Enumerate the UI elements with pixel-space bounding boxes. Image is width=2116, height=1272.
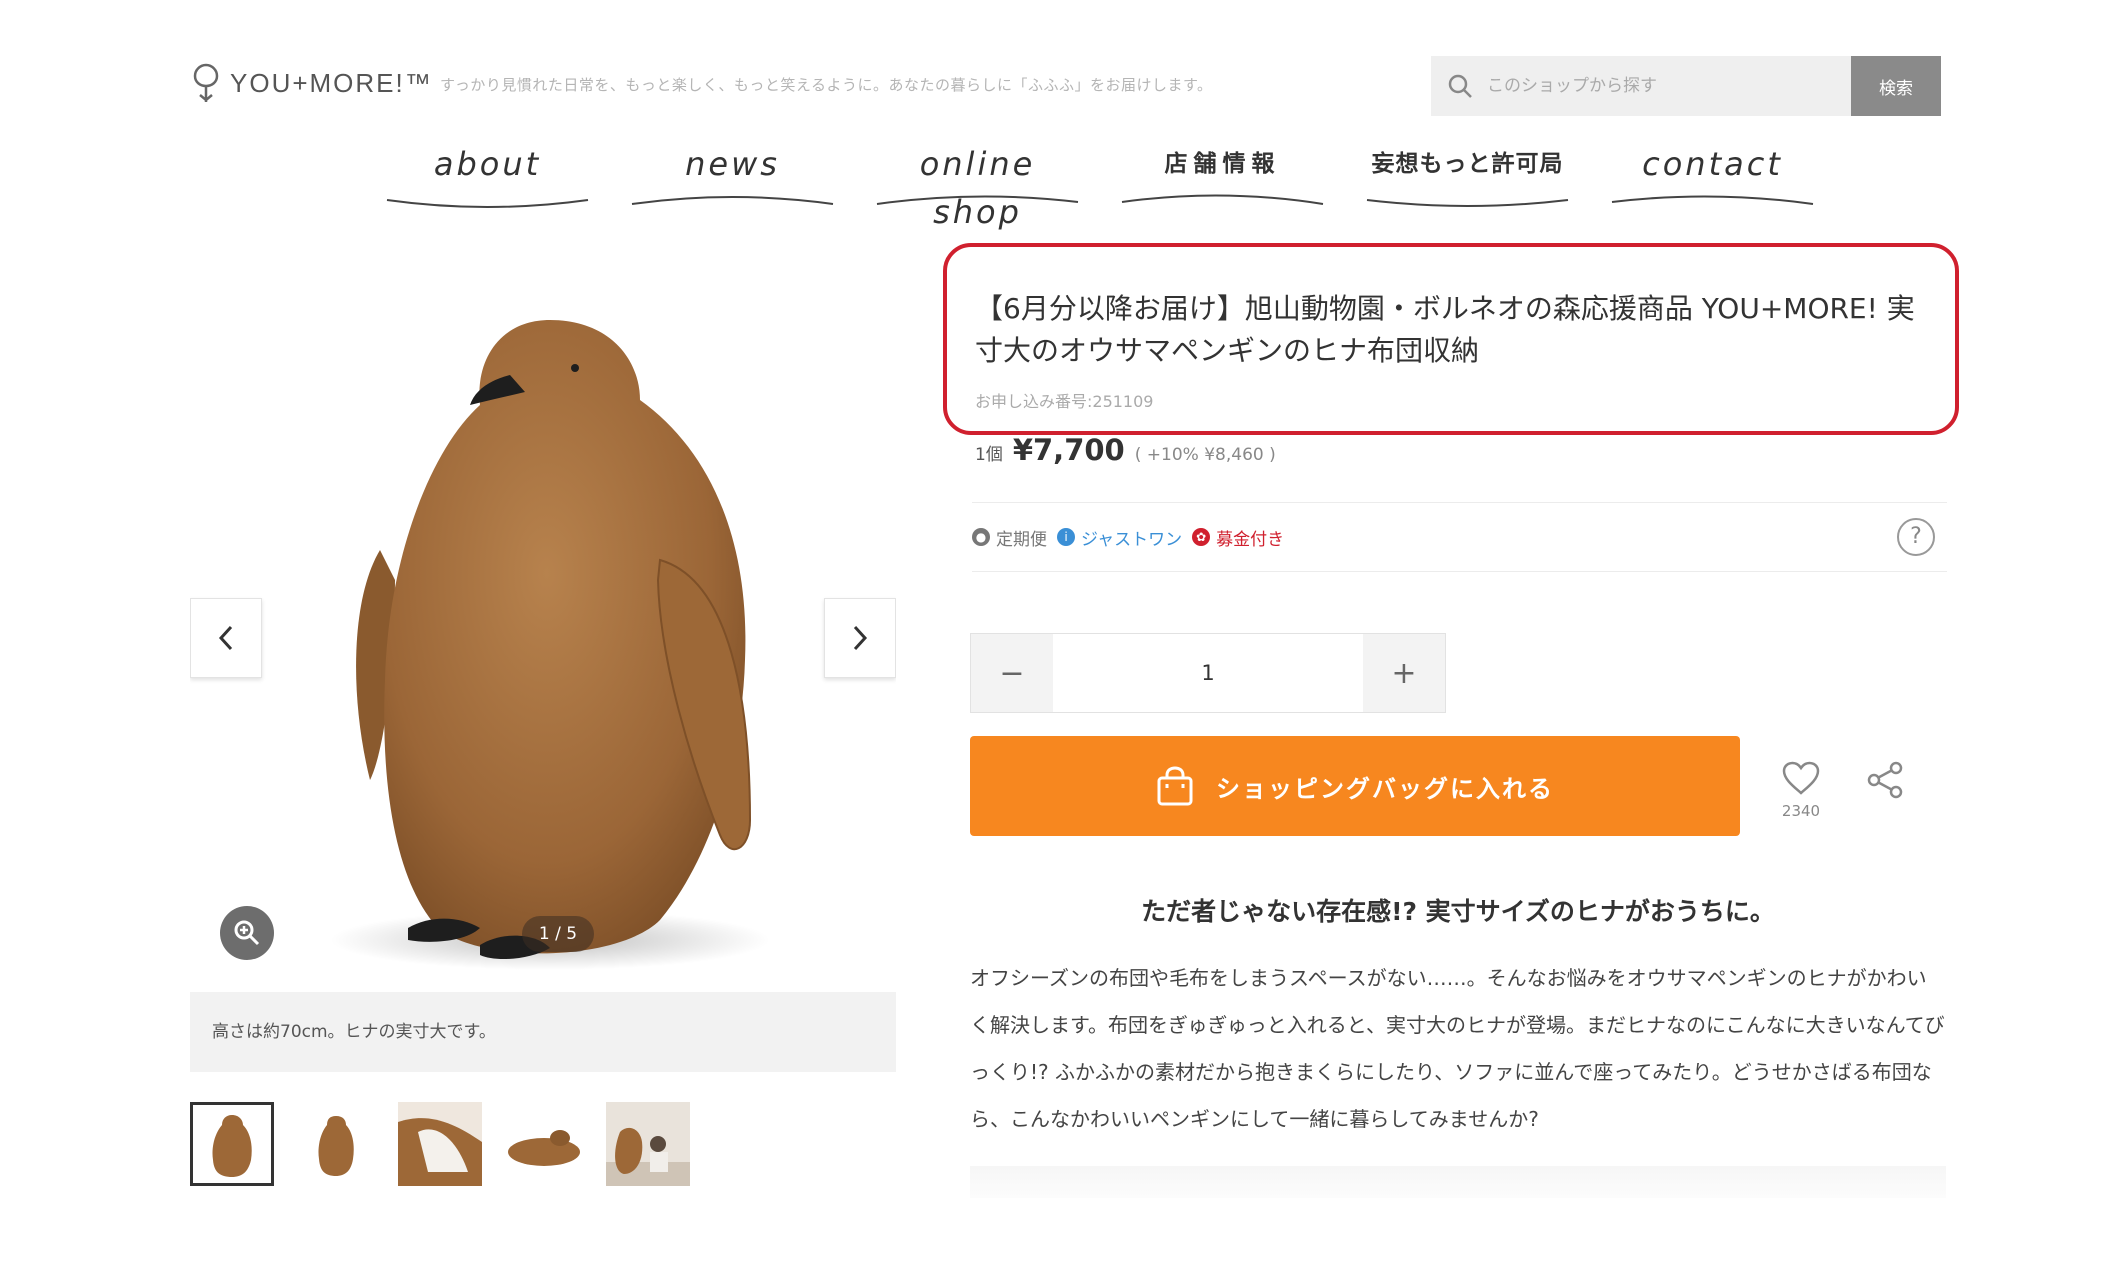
heart-icon <box>1782 761 1820 795</box>
site-logo[interactable]: YOU+MORE!™ <box>190 62 433 104</box>
thumbnail-2[interactable] <box>294 1102 378 1186</box>
flat-penguin-thumbnail <box>502 1102 586 1186</box>
share-button[interactable] <box>1865 760 1905 804</box>
add-to-cart-button[interactable]: ショッピングバッグに入れる <box>970 736 1740 836</box>
badge-label: ジャストワン <box>1081 529 1183 550</box>
gallery-prev-button[interactable] <box>190 598 262 678</box>
product-badges: ● 定期便 i ジャストワン ✿ 募金付き ? <box>972 502 1947 572</box>
search-input[interactable] <box>1487 76 1817 96</box>
image-counter: 1 / 5 <box>522 916 594 952</box>
thumbnail-4[interactable] <box>502 1102 586 1186</box>
nav-item-news[interactable]: news <box>630 140 835 220</box>
flower-icon: ✿ <box>1192 528 1211 546</box>
nav-label: 妄想もっと許可局 <box>1371 151 1564 177</box>
search-box <box>1431 56 1851 116</box>
price-unit: 1個 <box>975 445 1003 465</box>
thumbnail-5[interactable] <box>606 1102 690 1186</box>
info-icon: i <box>1057 528 1075 546</box>
room-thumbnail <box>606 1102 690 1186</box>
nav-label: contact <box>1642 145 1783 183</box>
site-tagline: すっかり見慣れた日常を、もっと楽しく、もっと笑えるように。あなたの暮らしに「ふふ… <box>440 76 1213 94</box>
nav-underline <box>1121 194 1324 205</box>
badge-just-one[interactable]: i ジャストワン <box>1057 525 1182 550</box>
favorite-count: 2340 <box>1781 802 1821 820</box>
nav-item-stores[interactable]: 店舗情報 <box>1120 140 1325 220</box>
penguin-thumbnail <box>193 1105 271 1183</box>
share-icon <box>1867 761 1903 799</box>
price-with-tax: ( +10% ¥8,460 ) <box>1134 445 1276 465</box>
shopping-bag-icon <box>1157 766 1193 806</box>
nav-label: news <box>685 145 780 183</box>
chevron-right-icon <box>853 625 868 651</box>
badge-label: 定期便 <box>996 529 1047 550</box>
nav-underline <box>631 196 834 205</box>
section-divider <box>970 1166 1946 1198</box>
chevron-left-icon <box>218 625 233 651</box>
logo-icon <box>193 63 219 102</box>
quantity-increment-button[interactable]: + <box>1363 634 1445 712</box>
circle-icon: ● <box>972 528 990 546</box>
nav-item-mousou[interactable]: 妄想もっと許可局 <box>1365 140 1570 220</box>
image-caption: 高さは約70cm。ヒナの実寸大です。 <box>190 992 896 1072</box>
thumbnail-strip <box>190 1102 896 1186</box>
quantity-decrement-button[interactable]: − <box>971 634 1053 712</box>
nav-label: 店舗情報 <box>1164 151 1281 177</box>
thumbnail-3[interactable] <box>398 1102 482 1186</box>
zoom-button[interactable] <box>220 906 274 960</box>
nav-underline <box>1611 195 1814 205</box>
product-headline: ただ者じゃない存在感!? 実寸サイズのヒナがおうちに。 <box>1141 897 1775 926</box>
nav-underline <box>1366 199 1569 207</box>
add-to-cart-label: ショッピングバッグに入れる <box>1216 774 1554 803</box>
penguin-thumbnail <box>294 1102 378 1186</box>
penguin-image <box>330 320 770 970</box>
search-bar: 検索 <box>1431 56 1941 116</box>
nav-item-contact[interactable]: contact <box>1610 140 1815 220</box>
product-title: 【6月分以降お届け】旭山動物園・ボルネオの森応援商品 YOU+MORE! 実寸大… <box>975 292 1915 367</box>
price: ¥7,700 <box>1012 433 1125 467</box>
quantity-input[interactable] <box>1053 634 1363 712</box>
nav-item-about[interactable]: about <box>385 140 590 220</box>
nav-item-online-shop[interactable]: online shop <box>875 140 1080 231</box>
thumbnail-1[interactable] <box>190 1102 274 1186</box>
search-icon <box>1448 74 1472 98</box>
logo-text: YOU+MORE!™ <box>230 67 433 98</box>
nav-underline <box>386 199 589 208</box>
badge-donation[interactable]: ✿ 募金付き <box>1192 525 1284 550</box>
price-row: 1個 ¥7,700 ( +10% ¥8,460 ) <box>975 433 1276 467</box>
badge-teikibin[interactable]: ● 定期便 <box>972 525 1047 550</box>
search-button[interactable]: 検索 <box>1851 56 1941 116</box>
product-id: お申し込み番号:251109 <box>975 392 1154 411</box>
badge-label: 募金付き <box>1216 529 1285 550</box>
main-nav: about news online shop 店舗情報 妄想もっと許可局 con… <box>385 140 1815 231</box>
open-penguin-thumbnail <box>398 1102 482 1186</box>
favorite-button[interactable]: 2340 <box>1778 760 1824 820</box>
zoom-in-icon <box>234 920 260 946</box>
product-description: オフシーズンの布団や毛布をしまうスペースがない……。そんなお悩みをオウサマペンギ… <box>970 966 1945 1131</box>
gallery-next-button[interactable] <box>824 598 896 678</box>
nav-label: online shop <box>919 145 1036 231</box>
product-gallery: 1 / 5 高さは約70cm。ヒナの実寸大です。 <box>190 280 896 1186</box>
nav-underline <box>876 195 1079 205</box>
quantity-stepper: − + <box>970 633 1446 713</box>
help-icon[interactable]: ? <box>1897 518 1935 556</box>
nav-label: about <box>433 145 542 183</box>
main-product-image[interactable]: 1 / 5 <box>190 280 896 992</box>
